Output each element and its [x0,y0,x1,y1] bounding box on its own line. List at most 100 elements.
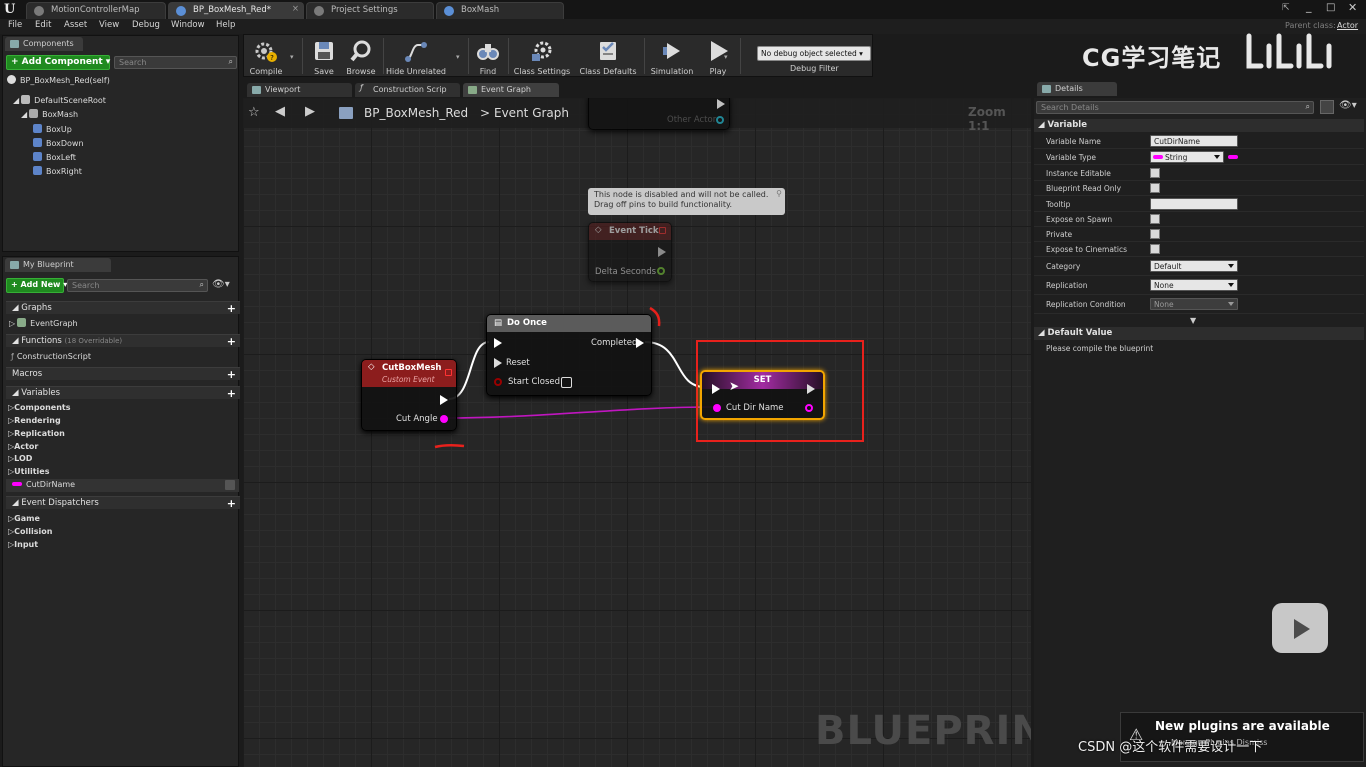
variable-type-select[interactable]: String [1150,151,1224,163]
menu-window[interactable]: Window [171,20,205,30]
simulation-button[interactable]: Simulation [646,35,698,77]
tab-construction-script[interactable]: ƒ Construction Scrip [355,83,460,97]
maximize-button[interactable]: □ [1326,2,1335,13]
exec-pin-out[interactable] [440,395,448,405]
find-button[interactable]: Find [470,35,506,77]
dispatcher-category-input[interactable]: ▷Input [8,540,38,549]
doc-tab-map[interactable]: MotionControllerMap [26,2,166,19]
section-functions[interactable]: ◢ Functions (18 Overridable) + [6,334,240,348]
tab-viewport[interactable]: Viewport [247,83,352,97]
private-checkbox[interactable] [1150,229,1160,239]
property-matrix-icon[interactable] [1320,100,1334,114]
tree-item-boxleft[interactable]: BoxLeft [33,152,76,162]
tab-details[interactable]: Details [1037,82,1117,96]
browse-button[interactable]: Browse [342,35,380,77]
doc-tab-blueprint[interactable]: BP_BoxMesh_Red* × [168,2,304,19]
add-new-button[interactable]: + Add New ▾ [6,278,67,293]
event-graph-canvas[interactable]: ☆ ◀ ▶ BP_BoxMesh_Red > Event Graph Zoom … [243,98,1031,767]
compile-options-chevron-icon[interactable]: ▾ [290,53,294,61]
notification-icon[interactable]: ⇱ [1282,3,1294,13]
expose-to-cinematics-checkbox[interactable] [1150,244,1160,254]
variable-category-actor[interactable]: ▷Actor [8,442,38,451]
close-window-button[interactable]: ✕ [1348,1,1357,14]
variable-category-components[interactable]: ▷Components [8,403,70,412]
default-value-section-header[interactable]: ◢ Default Value [1034,327,1364,340]
video-player-play-icon[interactable] [1272,595,1328,653]
replication-select[interactable]: None [1150,279,1238,291]
add-graph-button[interactable]: + [227,302,236,315]
hide-unrelated-button[interactable]: Hide Unrelated [385,35,447,77]
expose-on-spawn-checkbox[interactable] [1150,214,1160,224]
exec-pin-out[interactable] [807,384,815,394]
string-pin-in[interactable] [713,404,721,412]
doc-tab-project-settings[interactable]: Project Settings [306,2,434,19]
blueprint-read-only-checkbox[interactable] [1150,183,1160,193]
do-once-node[interactable]: ▤ Do Once Completed Reset Start Closed [486,314,652,396]
category-select[interactable]: Default [1150,260,1238,272]
variable-item-cutdirname[interactable]: CutDirName [6,479,239,492]
tooltip-input[interactable] [1150,198,1238,210]
menu-edit[interactable]: Edit [35,20,51,30]
float-pin[interactable] [657,267,665,275]
play-button[interactable]: Play [700,35,736,77]
compile-button[interactable]: ? Compile [246,35,286,77]
start-closed-checkbox[interactable] [561,377,572,388]
add-macro-button[interactable]: + [227,368,236,381]
add-dispatcher-button[interactable]: + [227,497,236,510]
tree-item-self[interactable]: BP_BoxMesh_Red(self) [7,75,110,85]
view-options-eye-icon[interactable]: 👁▾ [1339,100,1357,111]
class-defaults-button[interactable]: Class Defaults [576,35,640,77]
tree-item-boxdown[interactable]: BoxDown [33,138,84,148]
tree-item-boxup[interactable]: BoxUp [33,124,72,134]
string-pin[interactable] [440,415,448,423]
string-pin-out[interactable] [805,404,813,412]
menu-asset[interactable]: Asset [64,20,87,30]
add-component-button[interactable]: + Add Component ▾ [6,55,110,70]
section-graphs[interactable]: ◢ Graphs + [6,301,240,315]
tree-item-defaultsceneroot[interactable]: ◢ DefaultSceneRoot [13,95,106,105]
play-options-chevron-icon[interactable]: ▾ [724,53,728,61]
variable-section-header[interactable]: ◢ Variable [1034,119,1364,132]
tree-item-boxright[interactable]: BoxRight [33,166,82,176]
instance-editable-checkbox[interactable] [1150,168,1160,178]
variable-visibility-toggle[interactable] [225,480,235,490]
bool-pin[interactable] [494,378,502,386]
delegate-pin[interactable] [659,227,666,234]
doc-tab-boxmash[interactable]: BoxMash [436,2,564,19]
exec-pin-in[interactable] [712,384,720,394]
view-options-eye-icon[interactable]: 👁▾ [212,279,230,290]
tree-item-boxmash[interactable]: ◢ BoxMash [21,109,78,119]
event-tick-node[interactable]: ◇ Event Tick Delta Seconds [588,222,672,282]
function-item-constructionscript[interactable]: ƒ ConstructionScript [11,352,91,361]
components-search-input[interactable]: Search ⌕ [114,56,237,69]
section-event-dispatchers[interactable]: ◢ Event Dispatchers + [6,496,240,510]
variable-category-utilities[interactable]: ▷Utilities [8,467,49,476]
add-variable-button[interactable]: + [227,387,236,400]
tab-components[interactable]: Components [5,37,83,51]
variable-name-input[interactable]: CutDirName [1150,135,1238,147]
completed-exec-pin-out[interactable] [636,338,644,348]
section-macros[interactable]: Macros + [6,367,240,381]
class-settings-button[interactable]: Class Settings [510,35,574,77]
variable-category-rendering[interactable]: ▷Rendering [8,416,61,425]
custom-event-node[interactable]: ◇ CutBoxMesh Custom Event Cut Angle [361,359,457,431]
dispatcher-category-game[interactable]: ▷Game [8,514,40,523]
save-button[interactable]: Save [306,35,342,77]
add-function-button[interactable]: + [227,335,236,348]
delegate-pin[interactable] [445,369,452,376]
reset-exec-pin[interactable] [494,358,502,368]
minimize-button[interactable]: _ [1306,0,1312,13]
menu-file[interactable]: File [8,20,22,30]
advanced-expand-chevron-icon[interactable]: ▼ [1190,316,1196,325]
tab-my-blueprint[interactable]: My Blueprint [5,258,111,272]
tab-event-graph[interactable]: Event Graph [463,83,559,97]
container-type-icon[interactable] [1228,155,1238,159]
replication-condition-select[interactable]: None [1150,298,1238,310]
debug-object-select[interactable]: No debug object selected ▾ [757,46,871,61]
set-variable-node[interactable]: SET Cut Dir Name [700,370,825,420]
dispatcher-category-collision[interactable]: ▷Collision [8,527,52,536]
variable-category-lod[interactable]: ▷LOD [8,454,32,463]
menu-debug[interactable]: Debug [132,20,160,30]
close-icon[interactable]: × [292,4,299,14]
exec-pin-in[interactable] [494,338,502,348]
